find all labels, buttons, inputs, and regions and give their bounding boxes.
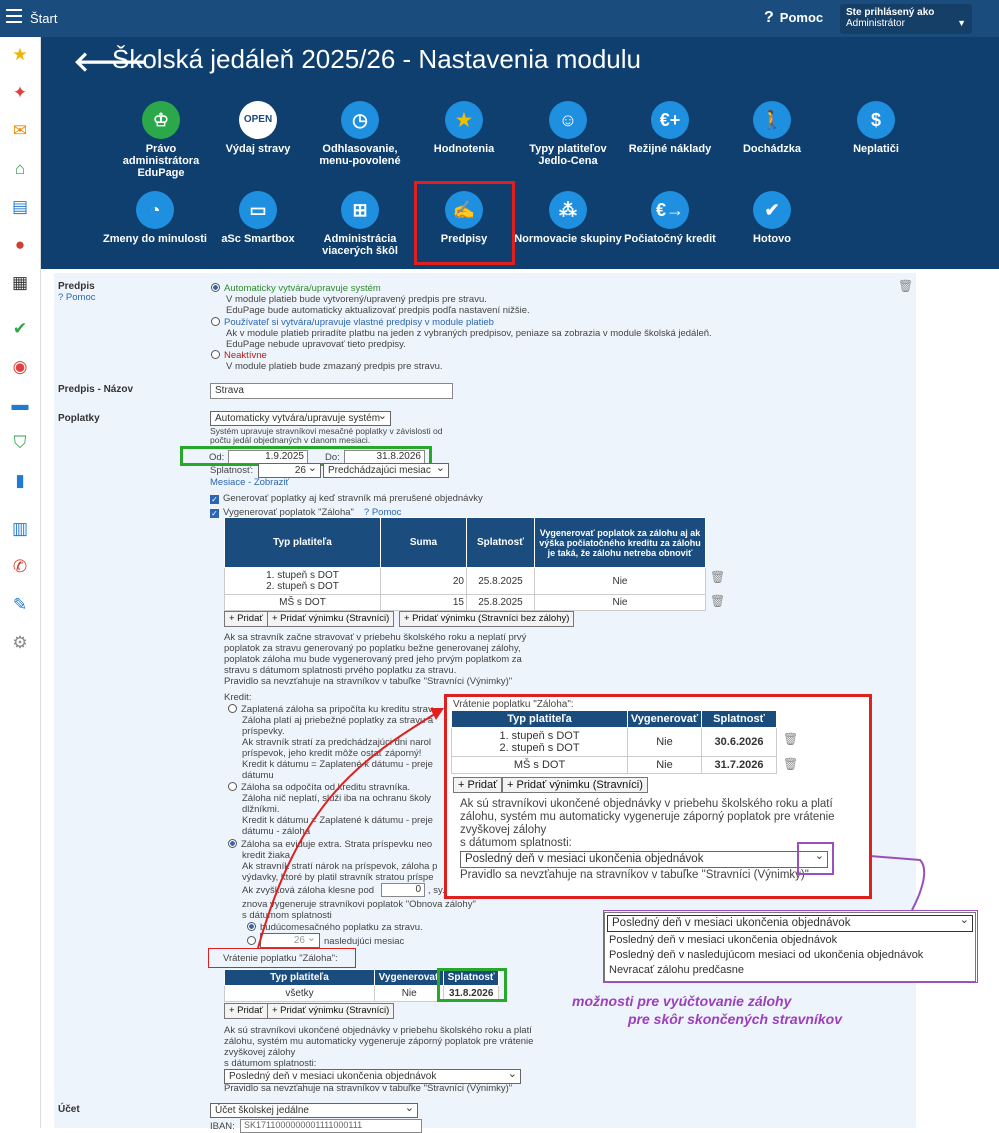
annotation-line-2: pre skôr skončených stravníkov	[628, 1011, 842, 1027]
highlight-dropdown-list	[603, 910, 978, 983]
highlight-dropdown-button	[797, 842, 834, 875]
annotation-line-1: možnosti pre vyúčtovanie zálohy	[572, 993, 792, 1009]
